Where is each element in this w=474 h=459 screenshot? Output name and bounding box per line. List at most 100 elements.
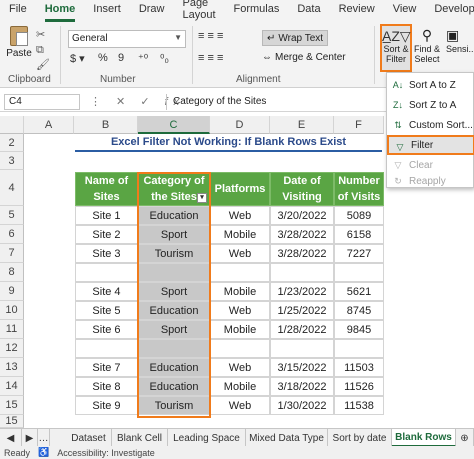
cell-visits[interactable] — [334, 263, 384, 282]
cell-platform[interactable]: Mobile — [210, 320, 270, 339]
menu-item-filter[interactable]: ▽ Filter — [387, 135, 474, 155]
cell-date[interactable]: 3/28/2022 — [270, 244, 334, 263]
row-header[interactable]: 5 — [0, 206, 24, 225]
cell-visits[interactable]: 11526 — [334, 377, 384, 396]
add-sheet-icon[interactable]: ⊕ — [456, 429, 474, 447]
cell-date[interactable]: 1/23/2022 — [270, 282, 334, 301]
tab-view[interactable]: View — [384, 0, 426, 22]
copy-icon[interactable]: ⧉ — [36, 44, 44, 57]
cell-date[interactable]: 3/18/2022 — [270, 377, 334, 396]
cell-platform[interactable]: Web — [210, 206, 270, 225]
tab-review[interactable]: Review — [330, 0, 384, 22]
cell-platform[interactable]: Mobile — [210, 282, 270, 301]
find-select-button[interactable]: ⚲ Find & Select — [412, 26, 442, 72]
row-header[interactable]: 3 — [0, 152, 24, 170]
cell-site[interactable]: Site 9 — [75, 396, 138, 415]
cell-site[interactable] — [75, 263, 138, 282]
cell-platform[interactable] — [210, 339, 270, 358]
number-format-select[interactable]: General ▼ — [68, 30, 186, 48]
cell-site[interactable]: Site 3 — [75, 244, 138, 263]
tab-formulas[interactable]: Formulas — [225, 0, 289, 22]
cell-date[interactable]: 3/15/2022 — [270, 358, 334, 377]
header-date[interactable]: Date of Visiting — [270, 172, 334, 206]
cell-date[interactable]: 3/28/2022 — [270, 225, 334, 244]
cell-visits[interactable] — [334, 339, 384, 358]
cell-site[interactable] — [75, 339, 138, 358]
tab-insert[interactable]: Insert — [84, 0, 130, 22]
tab-page-layout[interactable]: Page Layout — [173, 0, 224, 22]
cell-visits[interactable]: 9845 — [334, 320, 384, 339]
cell-date[interactable]: 3/20/2022 — [270, 206, 334, 225]
sheet-tab-sort-by-date[interactable]: Sort by date — [328, 429, 392, 447]
row-header[interactable]: 13 — [0, 358, 24, 377]
tab-developer[interactable]: Developer — [425, 0, 474, 22]
row-header[interactable]: 15 — [0, 415, 24, 428]
sheet-tab-blank-cell[interactable]: Blank Cell — [112, 429, 168, 447]
tab-draw[interactable]: Draw — [130, 0, 174, 22]
cell-visits[interactable]: 11503 — [334, 358, 384, 377]
cut-icon[interactable]: ✂ — [36, 28, 45, 41]
sensitivity-button[interactable]: ▣ Sensi... — [446, 26, 474, 72]
col-header-e[interactable]: E — [270, 116, 334, 134]
tab-scroll-right-icon[interactable]: ▶ — [22, 429, 38, 447]
cell-site[interactable]: Site 6 — [75, 320, 138, 339]
select-all-corner[interactable] — [0, 116, 24, 134]
cell-date[interactable] — [270, 339, 334, 358]
cell-visits[interactable]: 5621 — [334, 282, 384, 301]
row-header[interactable]: 6 — [0, 225, 24, 244]
cell-site[interactable]: Site 7 — [75, 358, 138, 377]
cell-platform[interactable]: Web — [210, 358, 270, 377]
accessibility-status[interactable]: Accessibility: Investigate — [57, 448, 155, 458]
cell-platform[interactable]: Mobile — [210, 225, 270, 244]
percent-icon[interactable]: % — [98, 52, 108, 64]
sheet-tab-dataset[interactable]: Dataset — [66, 429, 112, 447]
cell-platform[interactable]: Web — [210, 301, 270, 320]
row-header[interactable]: 12 — [0, 339, 24, 358]
merge-center-button[interactable]: ⇔ Merge & Center — [262, 52, 346, 63]
menu-item-custom-sort[interactable]: ⇅ Custom Sort... — [387, 115, 474, 135]
row-header[interactable]: 8 — [0, 263, 24, 282]
cell-date[interactable] — [270, 263, 334, 282]
tab-scroll-left-icon[interactable]: ◀ — [0, 429, 22, 447]
name-box[interactable]: C4 — [4, 94, 80, 110]
tab-data[interactable]: Data — [288, 0, 329, 22]
menu-item-sort-z-a[interactable]: Z↓ Sort Z to A — [387, 95, 474, 115]
cell-visits[interactable]: 5089 — [334, 206, 384, 225]
header-visits[interactable]: Number of Visits — [334, 172, 384, 206]
tab-home[interactable]: Home — [36, 0, 85, 22]
row-header[interactable]: 15 — [0, 396, 24, 415]
header-name-of-sites[interactable]: Name of Sites — [75, 172, 138, 206]
col-header-d[interactable]: D — [210, 116, 270, 134]
cell-site[interactable]: Site 8 — [75, 377, 138, 396]
decrease-decimal-icon[interactable]: ⁰₀ — [160, 52, 169, 65]
cell-visits[interactable]: 8745 — [334, 301, 384, 320]
formula-input[interactable]: Category of the Sites — [166, 94, 386, 110]
sheet-tab-blank-rows[interactable]: Blank Rows — [392, 429, 456, 447]
sort-filter-button[interactable]: A̲Z▽ Sort & Filter — [380, 24, 412, 72]
row-header[interactable]: 11 — [0, 320, 24, 339]
cell-platform[interactable]: Web — [210, 244, 270, 263]
format-painter-icon[interactable]: 🖌 — [36, 58, 50, 71]
row-header[interactable]: 14 — [0, 377, 24, 396]
col-header-a[interactable]: A — [24, 116, 74, 134]
row-header[interactable]: 7 — [0, 244, 24, 263]
col-header-b[interactable]: B — [74, 116, 138, 134]
cell-date[interactable]: 1/28/2022 — [270, 320, 334, 339]
col-header-f[interactable]: F — [334, 116, 384, 134]
cell-date[interactable]: 1/25/2022 — [270, 301, 334, 320]
tab-file[interactable]: File — [0, 0, 36, 22]
sheet-tab-leading-space[interactable]: Leading Space — [168, 429, 246, 447]
wrap-text-button[interactable]: ↵ Wrap Text — [262, 30, 329, 46]
align-left-icon[interactable]: ≡ ≡ ≡ — [198, 52, 223, 64]
cell-date[interactable]: 1/30/2022 — [270, 396, 334, 415]
cell-platform[interactable]: Web — [210, 396, 270, 415]
row-header[interactable]: 2 — [0, 134, 24, 152]
paste-button[interactable]: Paste — [6, 26, 32, 70]
row-header[interactable]: 4 — [0, 170, 24, 206]
cell-visits[interactable]: 6158 — [334, 225, 384, 244]
cell-site[interactable]: Site 1 — [75, 206, 138, 225]
menu-item-sort-a-z[interactable]: A↓ Sort A to Z — [387, 75, 474, 95]
align-top-icon[interactable]: ≡ ≡ ≡ — [198, 30, 223, 42]
sheet-tab-mixed-data-type[interactable]: Mixed Data Type — [246, 429, 328, 447]
cell-site[interactable]: Site 4 — [75, 282, 138, 301]
